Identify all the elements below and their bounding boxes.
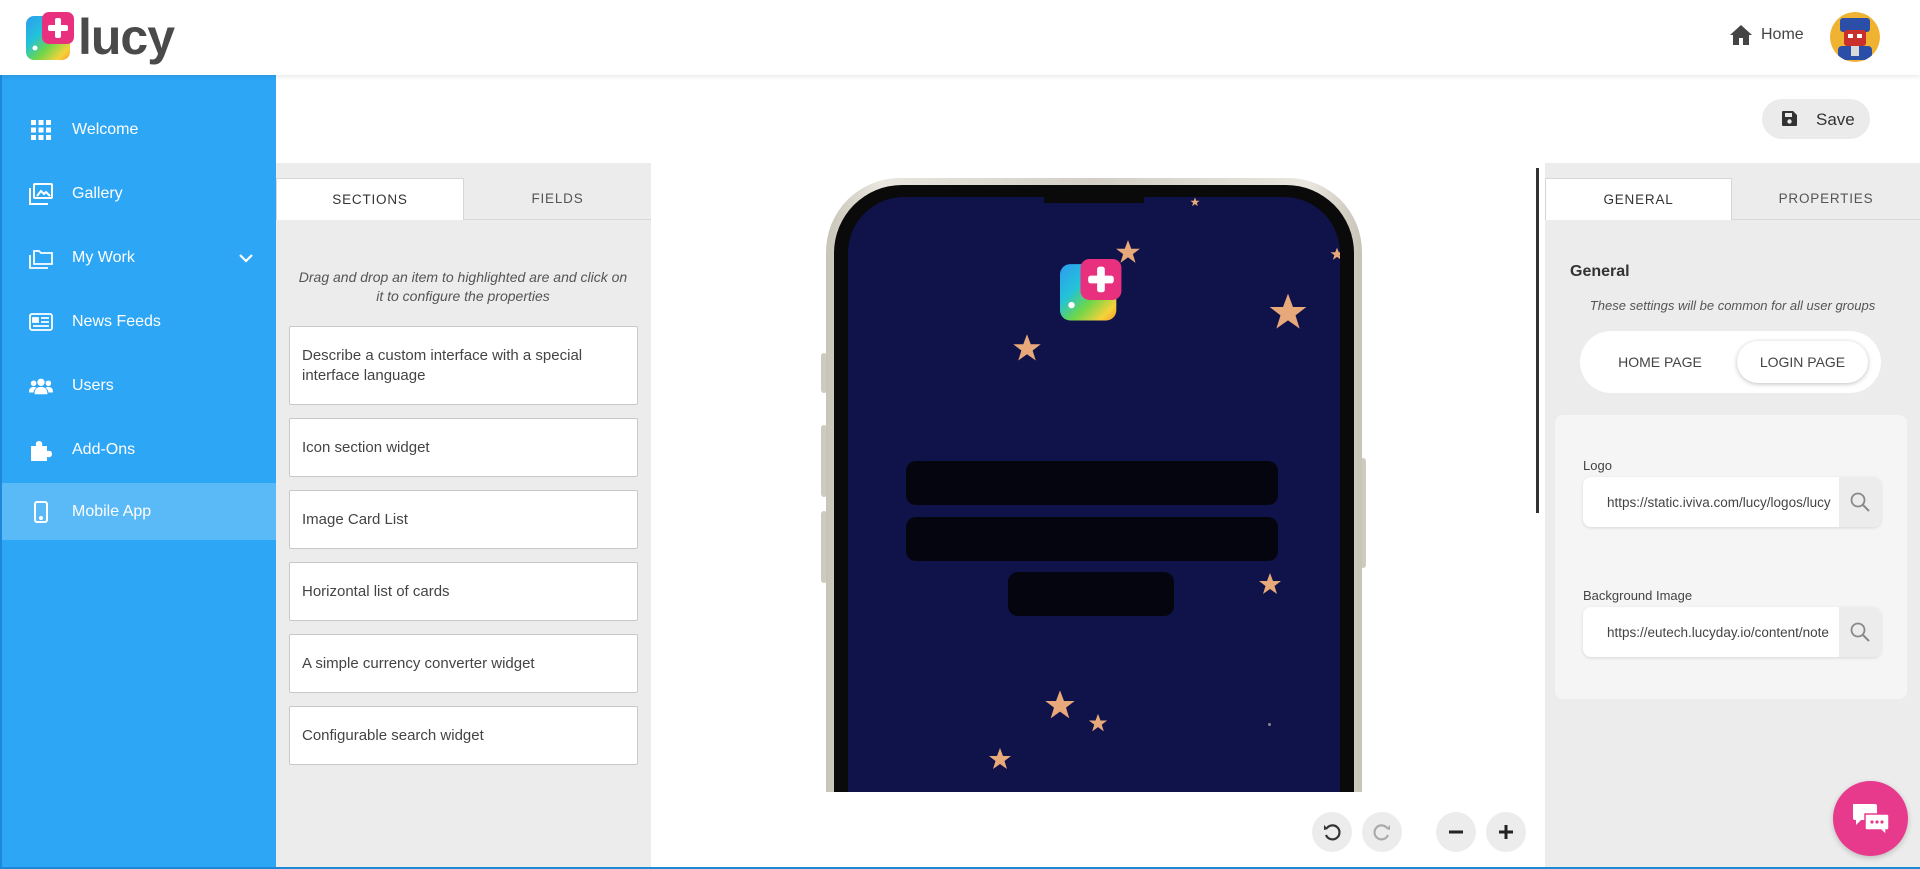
sidebar-item-label: Users [72,376,114,394]
sidebar-item-label: Mobile App [72,502,152,520]
save-label: Save [1816,110,1855,129]
phone-preview-viewport [651,163,1545,792]
minus-icon [1449,830,1463,834]
section-note: These settings will be common for all us… [1589,298,1876,313]
background-search-button[interactable] [1839,607,1881,657]
chat-bubbles-icon [1852,803,1890,836]
sections-panel: SECTIONS FIELDS Drag and drop an item to… [276,163,651,869]
page-segmented-control: HOME PAGE LOGIN PAGE [1580,331,1881,393]
logo-url-input[interactable] [1583,477,1837,527]
sidebar-item-label: Add-Ons [72,440,136,458]
password-field-placeholder[interactable] [906,517,1278,561]
folders-icon [29,246,53,270]
puzzle-icon [29,438,53,462]
widget-item[interactable]: Icon section widget [289,418,638,477]
mobile-icon [29,500,53,524]
search-icon [1850,492,1870,512]
grid-icon [29,118,53,142]
logo-mark-icon [26,12,76,62]
lucy-logo[interactable]: lucy [26,9,175,65]
widget-item[interactable]: Image Card List [289,490,638,549]
star-icon [1259,573,1281,594]
tab-general[interactable]: GENERAL [1545,178,1732,220]
star-icon [1045,690,1075,719]
plus-icon [1499,825,1513,839]
section-title: General [1570,263,1630,280]
star-dot [1268,723,1271,726]
username-field-placeholder[interactable] [906,461,1278,505]
sidebar-item-add-ons[interactable]: Add-Ons [2,421,278,478]
toolbar [276,75,1920,163]
right-panel-tabs: GENERAL PROPERTIES [1545,178,1920,220]
segment-login-page[interactable]: LOGIN PAGE [1737,341,1868,383]
phone-screen[interactable] [848,197,1340,792]
background-image-input[interactable] [1583,607,1837,657]
users-icon [29,374,53,398]
sidebar-item-news-feeds[interactable]: News Feeds [2,293,278,350]
logo-url-field [1583,477,1881,527]
brand-name: lucy [78,9,175,65]
home-icon [1730,25,1752,45]
tab-fields[interactable]: FIELDS [464,178,651,220]
widget-item[interactable]: Configurable search widget [289,706,638,765]
top-bar: lucy Home [0,0,1920,75]
login-button-placeholder[interactable] [1008,572,1174,616]
phone-frame [826,178,1362,792]
sidebar-item-welcome[interactable]: Welcome [2,101,278,158]
redo-icon [1373,824,1390,841]
tab-sections[interactable]: SECTIONS [276,178,464,220]
logo-search-button[interactable] [1839,477,1881,527]
sidebar-item-label: Gallery [72,184,123,202]
sidebar-item-mobile-app[interactable]: Mobile App [2,483,278,540]
login-settings-card: Logo Background Image [1555,415,1907,699]
undo-icon [1324,824,1341,841]
star-icon [1190,197,1200,207]
phone-bezel [834,185,1354,792]
preview-canvas[interactable] [651,163,1545,869]
news-icon [29,310,53,334]
save-button[interactable]: Save [1762,99,1870,139]
chat-button[interactable] [1833,781,1908,856]
sidebar: Welcome Gallery My Work News Feeds Users… [0,75,278,869]
chevron-down-icon[interactable] [238,250,254,266]
phone-notch [1044,197,1144,203]
segment-home-page[interactable]: HOME PAGE [1590,341,1730,383]
app-logo-icon [1060,259,1122,321]
sidebar-item-label: News Feeds [72,312,161,330]
star-icon [1013,334,1041,361]
search-icon [1850,622,1870,642]
tab-properties[interactable]: PROPERTIES [1732,178,1920,220]
background-image-field [1583,607,1881,657]
gallery-icon [29,182,53,206]
home-link[interactable]: Home [1729,24,1804,46]
star-icon [1116,240,1140,263]
drag-drop-hint: Drag and drop an item to highlighted are… [298,269,628,304]
home-label: Home [1761,26,1804,43]
star-icon [1088,713,1108,732]
widget-item[interactable]: A simple currency converter widget [289,634,638,693]
redo-button[interactable] [1362,812,1402,852]
left-panel-tabs: SECTIONS FIELDS [276,178,651,220]
sidebar-item-label: Welcome [72,120,139,138]
star-icon [1269,293,1307,329]
widget-item[interactable]: Horizontal list of cards [289,562,638,621]
widget-item[interactable]: Describe a custom interface with a speci… [289,326,638,405]
undo-button[interactable] [1312,812,1352,852]
sidebar-item-gallery[interactable]: Gallery [2,165,278,222]
star-icon [989,748,1011,769]
sidebar-item-label: My Work [72,248,135,266]
floppy-disk-icon [1782,111,1797,131]
star-icon [1330,247,1340,260]
background-image-label: Background Image [1583,588,1693,603]
user-avatar[interactable] [1830,12,1880,62]
sidebar-item-my-work[interactable]: My Work [2,229,278,286]
sidebar-item-users[interactable]: Users [2,357,278,414]
settings-panel: GENERAL PROPERTIES General These setting… [1545,163,1920,869]
zoom-out-button[interactable] [1436,812,1476,852]
zoom-in-button[interactable] [1486,812,1526,852]
canvas-scrollbar[interactable] [1536,168,1539,513]
logo-label: Logo [1583,458,1612,473]
